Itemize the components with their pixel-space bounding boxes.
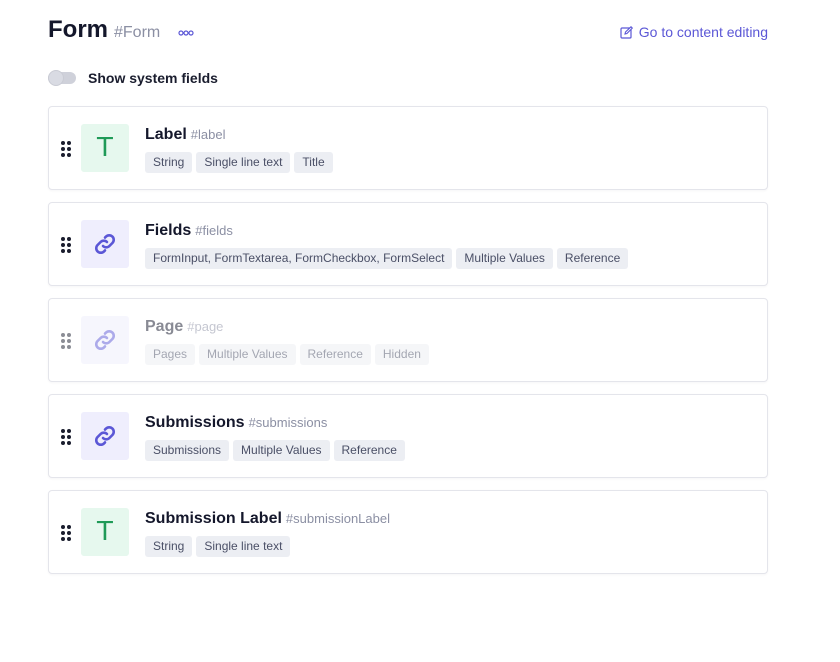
edit-link-label: Go to content editing bbox=[638, 24, 768, 40]
field-main: Label #label String Single line text Tit… bbox=[145, 126, 333, 173]
field-card-page[interactable]: Page #page Pages Multiple Values Referen… bbox=[48, 298, 768, 382]
field-tag: Multiple Values bbox=[199, 344, 296, 365]
field-name: Label bbox=[145, 126, 187, 143]
field-tags: FormInput, FormTextarea, FormCheckbox, F… bbox=[145, 248, 629, 269]
field-name: Submissions bbox=[145, 414, 245, 431]
field-card-label[interactable]: T Label #label String Single line text T… bbox=[48, 106, 768, 190]
more-horizontal-icon bbox=[178, 30, 194, 36]
field-tags: Submissions Multiple Values Reference bbox=[145, 440, 405, 461]
field-tag: FormInput, FormTextarea, FormCheckbox, F… bbox=[145, 248, 453, 269]
field-main: Submission Label #submissionLabel String… bbox=[145, 510, 390, 557]
page-title: Form bbox=[48, 16, 108, 43]
more-options-button[interactable] bbox=[176, 26, 196, 40]
toggle-knob bbox=[48, 70, 64, 86]
field-api-id: #submissionLabel bbox=[285, 511, 390, 526]
edit-icon bbox=[620, 25, 633, 39]
field-tags: String Single line text Title bbox=[145, 152, 333, 173]
field-api-id: #label bbox=[190, 127, 226, 142]
field-main: Fields #fields FormInput, FormTextarea, … bbox=[145, 222, 629, 269]
field-tag: String bbox=[145, 152, 193, 173]
field-tag: Single line text bbox=[196, 536, 291, 557]
field-tag: Reference bbox=[333, 440, 405, 461]
show-system-fields-toggle[interactable] bbox=[48, 70, 76, 86]
field-tag: Pages bbox=[145, 344, 196, 365]
field-tags: String Single line text bbox=[145, 536, 390, 557]
reference-link-icon bbox=[81, 412, 129, 460]
text-type-icon: T bbox=[81, 508, 129, 556]
field-main: Page #page Pages Multiple Values Referen… bbox=[145, 318, 429, 365]
field-api-id: #fields bbox=[195, 223, 233, 238]
drag-handle-icon[interactable] bbox=[60, 524, 72, 542]
field-tags: Pages Multiple Values Reference Hidden bbox=[145, 344, 429, 365]
field-api-id: #page bbox=[187, 319, 224, 334]
field-tag: Title bbox=[294, 152, 333, 173]
go-to-content-editing-link[interactable]: Go to content editing bbox=[620, 23, 768, 41]
field-tag: Single line text bbox=[196, 152, 291, 173]
field-list: T Label #label String Single line text T… bbox=[48, 106, 768, 586]
text-type-icon: T bbox=[81, 124, 129, 172]
field-tag: Hidden bbox=[374, 344, 429, 365]
model-api-id: #Form bbox=[114, 24, 161, 41]
field-name: Fields bbox=[145, 222, 192, 239]
field-main: Submissions #submissions Submissions Mul… bbox=[145, 414, 405, 461]
field-tag: Reference bbox=[556, 248, 629, 269]
field-name: Page bbox=[145, 318, 184, 335]
field-name: Submission Label bbox=[145, 510, 282, 527]
toggle-label: Show system fields bbox=[88, 70, 218, 86]
drag-handle-icon[interactable] bbox=[60, 140, 72, 158]
field-card-submissions[interactable]: Submissions #submissions Submissions Mul… bbox=[48, 394, 768, 478]
field-api-id: #submissions bbox=[248, 415, 328, 430]
drag-handle-icon[interactable] bbox=[60, 236, 72, 254]
drag-handle-icon[interactable] bbox=[60, 332, 72, 350]
field-card-submission-label[interactable]: T Submission Label #submissionLabel Stri… bbox=[48, 490, 768, 574]
field-card-fields[interactable]: Fields #fields FormInput, FormTextarea, … bbox=[48, 202, 768, 286]
field-tag: Multiple Values bbox=[456, 248, 553, 269]
reference-link-icon bbox=[81, 220, 129, 268]
system-fields-toggle-row: Show system fields bbox=[48, 68, 218, 88]
field-tag: Submissions bbox=[145, 440, 230, 461]
drag-handle-icon[interactable] bbox=[60, 428, 72, 446]
field-tag: Multiple Values bbox=[233, 440, 330, 461]
field-tag: Reference bbox=[299, 344, 371, 365]
field-tag: String bbox=[145, 536, 193, 557]
page-header: Form #Form Go to content editing bbox=[48, 14, 768, 48]
reference-link-icon bbox=[81, 316, 129, 364]
